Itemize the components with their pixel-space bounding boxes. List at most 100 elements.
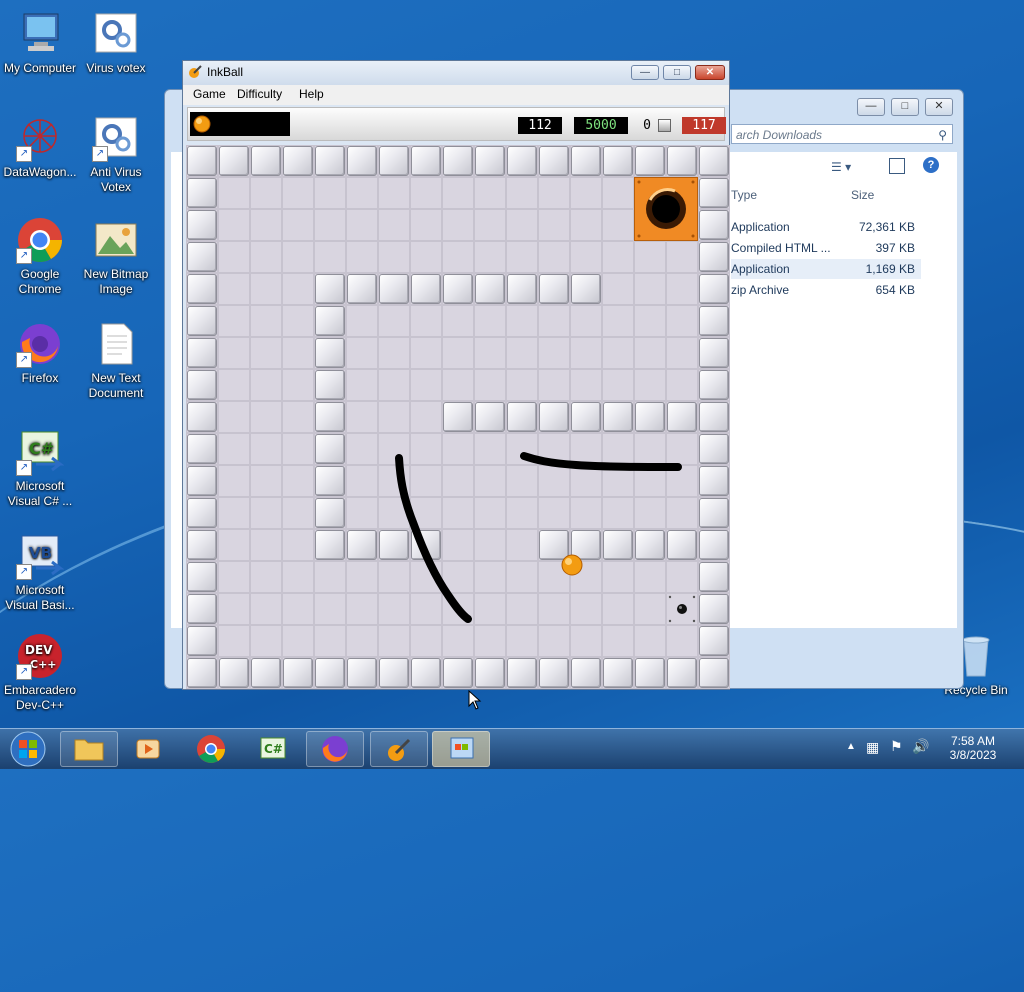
desktop-icon-datawagon[interactable]: ↗ DataWagon... (0, 114, 80, 180)
search-icon: ⚲ (938, 128, 947, 142)
column-header-size[interactable]: Size (851, 188, 874, 202)
desktop-icon-new-text-document[interactable]: New Text Document (76, 320, 156, 401)
firefox-icon: ↗ (16, 320, 64, 368)
clock-date: 3/8/2023 (949, 748, 997, 762)
network-icon[interactable]: ▦ (866, 739, 879, 756)
desktop-icon-dev-cpp[interactable]: DEV C++ ↗ Embarcadero Dev-C++ (0, 632, 80, 713)
shortcut-arrow-icon: ↗ (16, 664, 32, 680)
menu-game[interactable]: Game (193, 87, 226, 101)
menu-difficulty[interactable]: Difficulty (237, 87, 282, 101)
desktop-icon-label: New Bitmap Image (83, 267, 149, 296)
desktop-icon-my-computer[interactable]: My Computer (0, 10, 80, 76)
desktop-icon-new-bitmap-image[interactable]: New Bitmap Image (76, 216, 156, 297)
close-button[interactable]: ✕ (695, 65, 725, 80)
desktop-icon-google-chrome[interactable]: ↗ Google Chrome (0, 216, 80, 297)
clock-time: 7:58 AM (950, 734, 996, 748)
taskbar-firefox[interactable] (306, 731, 364, 767)
title-bar[interactable]: InkBall — □ ✕ (183, 61, 729, 85)
menu-help[interactable]: Help (299, 87, 324, 101)
shortcut-arrow-icon: ↗ (16, 146, 32, 162)
svg-text:C#: C# (264, 742, 283, 756)
queued-ball-icon (193, 115, 211, 133)
desktop-icon-visual-basic[interactable]: VB ↗ Microsoft Visual Basi... (0, 532, 80, 613)
ink-stroke (395, 452, 682, 623)
desktop-icon-label: Google Chrome (18, 267, 62, 296)
show-hidden-icon[interactable]: ▲ (846, 741, 856, 752)
inkball-app-icon (388, 738, 411, 761)
folder-icon (74, 739, 104, 761)
svg-text:C#: C# (29, 439, 54, 458)
taskbar-visual-csharp[interactable]: C# (244, 731, 302, 767)
firefox-icon (322, 736, 348, 762)
shortcut-arrow-icon: ↗ (16, 564, 32, 580)
start-button[interactable] (4, 730, 52, 768)
volume-icon[interactable]: 🔊 (912, 738, 929, 755)
clock[interactable]: 7:58 AM 3/8/2023 (938, 734, 1008, 762)
desktop-icon-anti-virus-votex[interactable]: ↗ Anti Virus Votex (76, 114, 156, 195)
image-file-icon (92, 216, 140, 264)
minimize-button[interactable]: — (857, 98, 885, 116)
desktop-icon-label: Firefox (21, 371, 59, 385)
csharp-icon: C# ↗ (16, 428, 65, 476)
search-input[interactable]: arch Downloads ⚲ (731, 124, 953, 144)
preview-pane-icon[interactable] (889, 158, 905, 174)
close-button[interactable]: ✕ (925, 98, 953, 116)
desktop-icon-label: DataWagon... (3, 165, 77, 179)
inkball-window[interactable]: InkBall — □ ✕ Game Difficulty Help 112 5… (182, 60, 730, 690)
taskbar-inkball[interactable] (370, 731, 428, 767)
desktop-icon-label: Virus votex (86, 61, 146, 75)
desktop-icon-virus-votex[interactable]: Virus votex (76, 10, 156, 76)
help-icon[interactable]: ? (923, 157, 939, 173)
game-board[interactable] (186, 145, 730, 689)
shortcut-arrow-icon: ↗ (92, 146, 108, 162)
menu-bar: Game Difficulty Help (183, 85, 729, 105)
column-header-type[interactable]: Type (731, 188, 757, 202)
csharp-icon: C# (260, 737, 286, 759)
high-score-counter: 5000 (574, 117, 628, 134)
desktop-icon-label: Microsoft Visual Basi... (5, 583, 75, 612)
minimize-button[interactable]: — (631, 65, 659, 80)
svg-text:VB: VB (29, 544, 52, 562)
ball-queue (190, 112, 290, 136)
status-bar: 112 5000 0 117 (187, 107, 726, 141)
score-counter: 0 (643, 118, 651, 133)
file-row[interactable]: Application 72,361 KB (731, 217, 921, 237)
window-title: InkBall (207, 65, 244, 79)
file-row[interactable]: zip Archive 654 KB (731, 280, 921, 300)
computer-icon (16, 10, 64, 58)
file-row[interactable]: Compiled HTML ... 397 KB (731, 238, 921, 258)
desktop-icon-label: Microsoft Visual C# ... (7, 479, 73, 508)
gear-icon (92, 10, 140, 58)
desktop-icon-visual-csharp[interactable]: C# ↗ Microsoft Visual C# ... (0, 428, 80, 509)
view-options-icon[interactable]: ☰ ▾ (831, 160, 851, 174)
taskbar-chrome[interactable] (182, 731, 240, 767)
flag-icon[interactable]: ⚑ (890, 738, 903, 755)
maximize-button[interactable]: □ (891, 98, 919, 116)
desktop-icon-label: New Text Document (88, 371, 144, 400)
desktop-icon-firefox[interactable]: ↗ Firefox (0, 320, 80, 386)
search-placeholder: arch Downloads (736, 128, 823, 142)
maximize-button[interactable]: □ (663, 65, 691, 80)
desktop-icon-label: My Computer (3, 61, 77, 75)
shortcut-arrow-icon: ↗ (16, 352, 32, 368)
desktop-icon-label: Embarcadero Dev-C++ (3, 683, 77, 712)
windows-logo-icon (10, 731, 46, 767)
chrome-icon: ↗ (16, 216, 64, 264)
taskbar-explorer[interactable] (60, 731, 118, 767)
svg-text:DEV: DEV (25, 643, 53, 657)
windows-app-icon (450, 737, 474, 759)
taskbar-media-player[interactable] (120, 731, 178, 767)
dev-cpp-icon: DEV C++ ↗ (16, 632, 64, 680)
shortcut-arrow-icon: ↗ (16, 460, 32, 476)
mouse-cursor-icon (468, 690, 482, 710)
file-row[interactable]: Application 1,169 KB (731, 259, 921, 279)
svg-text:C++: C++ (30, 658, 57, 671)
media-player-icon (136, 739, 160, 759)
explorer-toolbar: ☰ ▾ ? (731, 156, 953, 182)
taskbar-active-app[interactable] (432, 731, 490, 767)
inkball-app-icon (189, 65, 202, 78)
score-ball-icon (658, 119, 671, 132)
chrome-icon (197, 735, 225, 763)
text-file-icon (92, 320, 140, 368)
remaining-counter: 117 (682, 117, 726, 134)
